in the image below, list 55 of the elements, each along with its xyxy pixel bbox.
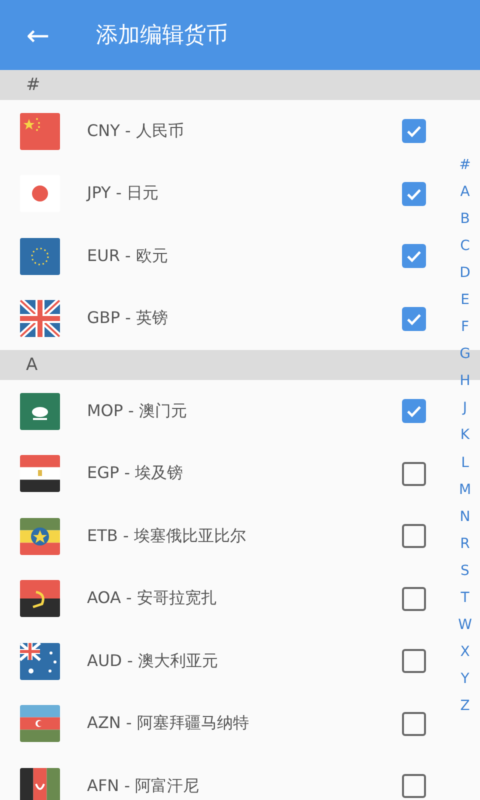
flag-icon	[20, 392, 60, 430]
index-letter[interactable]: M	[458, 476, 472, 504]
index-letter[interactable]: T	[460, 584, 470, 612]
flag-icon	[20, 112, 60, 150]
currency-label: EUR - 欧元	[87, 246, 169, 267]
index-letter[interactable]: C	[460, 232, 470, 260]
checkbox[interactable]	[402, 712, 426, 736]
currency-label: JPY - 日元	[87, 183, 160, 204]
checkbox[interactable]	[402, 182, 426, 206]
checkbox[interactable]	[402, 774, 426, 798]
index-letter[interactable]: S	[460, 557, 470, 584]
index-letter[interactable]: #	[459, 151, 471, 178]
checkbox[interactable]	[402, 586, 426, 611]
index-letter[interactable]: L	[461, 449, 469, 476]
index-letter[interactable]: A	[460, 178, 470, 206]
index-letter[interactable]: H	[460, 368, 470, 395]
currency-label: CNY - 人民币	[87, 120, 185, 142]
index-letter[interactable]: Z	[460, 692, 470, 720]
currency-label: AZN - 阿塞拜疆马纳特	[87, 713, 250, 734]
index-letter[interactable]: N	[460, 503, 470, 530]
index-letter[interactable]: D	[460, 259, 470, 286]
flag-icon	[20, 642, 60, 680]
checkbox[interactable]	[402, 524, 426, 548]
index-letter[interactable]: Y	[460, 666, 470, 693]
index-letter[interactable]: J	[462, 394, 468, 422]
flag-icon	[20, 300, 60, 338]
back-button[interactable]: ←	[0, 7, 76, 63]
currency-label: GBP - 英镑	[87, 308, 169, 330]
currency-label: EGP - 埃及镑	[87, 463, 184, 484]
index-letter[interactable]: W	[458, 612, 472, 639]
index-letter[interactable]: E	[460, 286, 470, 314]
checkbox[interactable]	[402, 306, 426, 331]
flag-icon	[20, 518, 60, 555]
index-letter[interactable]: F	[460, 314, 470, 341]
index-letter[interactable]: X	[460, 638, 470, 666]
checkbox[interactable]	[402, 119, 426, 144]
flag-icon	[20, 580, 60, 618]
flag-icon	[20, 238, 60, 275]
checkbox[interactable]	[402, 399, 426, 424]
checkbox[interactable]	[402, 649, 426, 674]
currency-label: AOA - 安哥拉宽扎	[87, 588, 218, 610]
currency-label: AUD - 澳大利亚元	[87, 650, 219, 672]
index-letter[interactable]: R	[460, 530, 470, 558]
flag-icon	[20, 455, 60, 492]
flag-icon	[20, 705, 60, 742]
checkbox[interactable]	[402, 244, 426, 268]
currency-label: MOP - 澳门元	[87, 400, 188, 422]
checkbox[interactable]	[402, 462, 426, 486]
index-letter[interactable]: B	[460, 205, 470, 232]
currency-label: AFN - 阿富汗尼	[87, 776, 200, 797]
currency-label: ETB - 埃塞俄比亚比尔	[87, 526, 247, 547]
index-letter[interactable]: K	[460, 422, 470, 450]
page-title: 添加编辑货币	[96, 22, 228, 50]
index-letter[interactable]: G	[460, 340, 470, 368]
section-header: #	[0, 70, 480, 100]
